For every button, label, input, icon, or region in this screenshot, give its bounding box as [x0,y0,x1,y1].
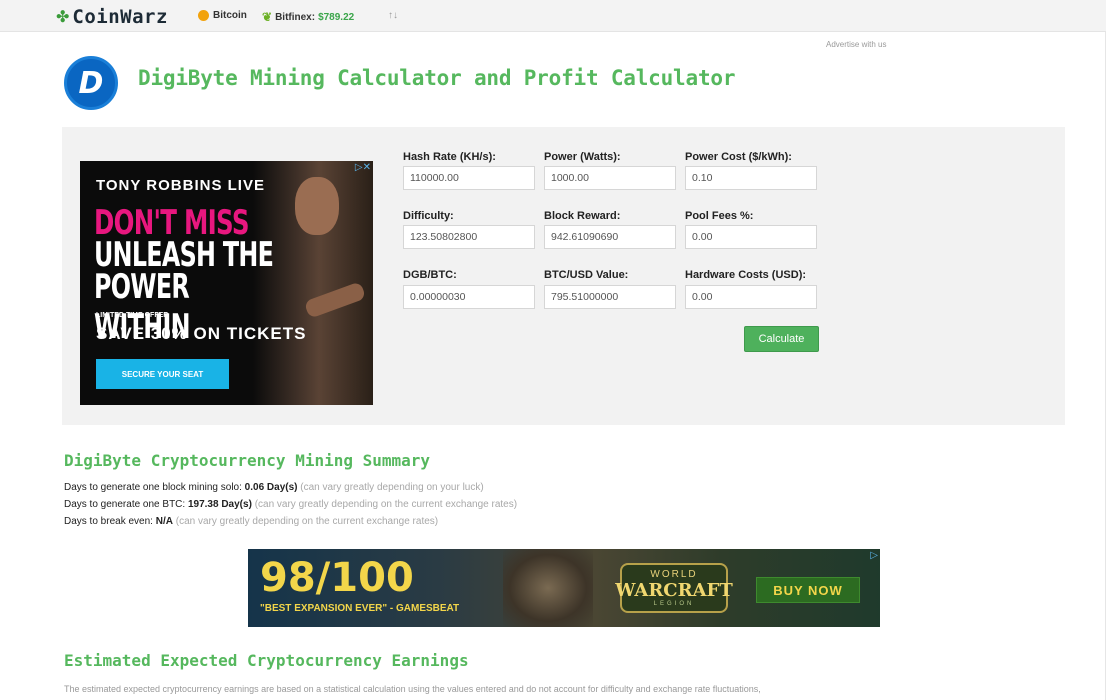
ad-person-head [295,177,339,235]
ad-score: 98/100 [260,555,414,601]
calculate-button[interactable]: Calculate [744,326,819,352]
summary-value: 197.38 Day(s) [187,499,252,510]
ticker-coin-label: Bitcoin [213,10,247,21]
summary-line-block: Days to generate one block mining solo: … [64,482,484,493]
pool-fees-label: Pool Fees %: [685,210,754,222]
ad-headline: TONY ROBBINS LIVE [96,177,265,194]
summary-note: (can vary greatly depending on your luck… [300,482,484,493]
ad-banner-robbins[interactable]: TONY ROBBINS LIVE DON'T MISS UNLEASH THE… [80,161,373,405]
hash-rate-input[interactable] [403,166,535,190]
summary-prefix: Days to generate one BTC: [64,499,186,510]
btc-usd-label: BTC/USD Value: [544,269,629,281]
btc-usd-input[interactable] [544,285,676,309]
hardware-costs-input[interactable] [685,285,817,309]
pool-fees-input[interactable] [685,225,817,249]
power-cost-input[interactable] [685,166,817,190]
ad-close-icon[interactable]: ▷✕ [355,162,371,173]
bitcoin-icon [198,10,209,21]
clover-icon: ✤ [56,9,70,26]
sort-arrows-icon[interactable]: ↑↓ [388,10,398,21]
summary-line-break-even: Days to break even: N/A (can vary greatl… [64,516,438,527]
ad-secure-seat-button[interactable]: SECURE YOUR SEAT [96,359,229,389]
summary-prefix: Days to break even: [64,516,153,527]
page-title: DigiByte Mining Calculator and Profit Ca… [138,66,736,90]
logo-warcraft: WARCRAFT [615,580,733,601]
power-label: Power (Watts): [544,151,621,163]
power-cost-label: Power Cost ($/kWh): [685,151,792,163]
summary-value: N/A [155,516,173,527]
coinwarz-logo[interactable]: ✤ CoinWarz [56,6,168,28]
ad-character-image [503,549,593,627]
ticker-bitcoin[interactable]: Bitcoin [198,10,247,21]
earnings-description: The estimated expected cryptocurrency ea… [64,684,761,694]
warcraft-logo: WORLD WARCRAFT LEGION [615,563,733,613]
logo-world: WORLD [650,569,698,580]
ticker-exchange-label: Bitfinex: [275,11,316,23]
earnings-heading: Estimated Expected Cryptocurrency Earnin… [64,651,469,670]
ad-quote: "BEST EXPANSION EVER" - GAMESBEAT [260,603,460,614]
block-reward-input[interactable] [544,225,676,249]
ad-banner-warcraft[interactable]: 98/100 "BEST EXPANSION EVER" - GAMESBEAT… [248,549,880,627]
ad-offer-text: SAVE 30% ON TICKETS [96,324,307,343]
summary-heading: DigiByte Cryptocurrency Mining Summary [64,451,431,470]
block-reward-label: Block Reward: [544,210,621,222]
digibyte-logo-icon: D [64,56,118,110]
leaf-icon: ❦ [262,10,273,24]
power-input[interactable] [544,166,676,190]
summary-prefix: Days to generate one block mining solo: [64,482,242,493]
summary-note: (can vary greatly depending on the curre… [175,516,439,527]
ticker-bitfinex[interactable]: ❦ Bitfinex: $789.22 [262,10,354,24]
ad-offer-label: LIMITED TIME OFFER [96,312,169,319]
dgb-btc-label: DGB/BTC: [403,269,457,281]
advertise-link[interactable]: Advertise with us [826,40,886,49]
dgb-btc-input[interactable] [403,285,535,309]
summary-line-btc: Days to generate one BTC: 197.38 Day(s) … [64,499,517,510]
difficulty-label: Difficulty: [403,210,454,222]
brand-name: CoinWarz [72,6,168,28]
ad-choices-icon[interactable]: ▷ [870,550,878,561]
summary-value: 0.06 Day(s) [244,482,298,493]
ad-buy-now-button[interactable]: BUY NOW [756,577,860,603]
difficulty-input[interactable] [403,225,535,249]
top-bar: ✤ CoinWarz Bitcoin ❦ Bitfinex: $789.22 ↑… [0,0,1106,32]
logo-legion: LEGION [653,601,695,607]
ticker-price: $789.22 [318,11,355,23]
summary-note: (can vary greatly depending on the curre… [254,499,518,510]
hash-rate-label: Hash Rate (KH/s): [403,151,496,163]
hardware-costs-label: Hardware Costs (USD): [685,269,807,281]
